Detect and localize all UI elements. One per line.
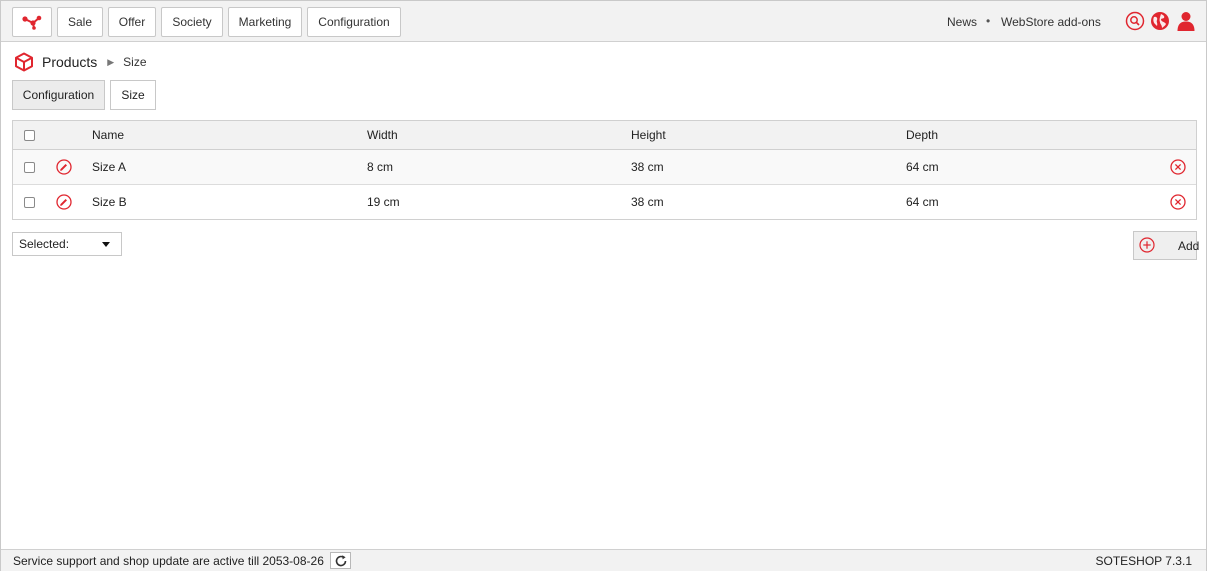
- select-all-checkbox[interactable]: [24, 130, 35, 141]
- breadcrumb-arrow-icon: ▶: [107, 56, 115, 67]
- news-link[interactable]: News: [947, 15, 977, 29]
- edit-icon[interactable]: [56, 159, 72, 175]
- plus-circle-icon: [1139, 237, 1155, 253]
- user-icon[interactable]: [1176, 11, 1196, 31]
- tab-size[interactable]: Size: [110, 80, 156, 110]
- app-window: Sale Offer Society Marketing Configurati…: [0, 0, 1207, 571]
- size-table: Name Width Height Depth Size A 8 cm 38 c…: [12, 120, 1197, 220]
- row-checkbox[interactable]: [24, 197, 35, 208]
- column-header-name[interactable]: Name: [92, 121, 124, 149]
- network-logo-icon: [22, 15, 42, 30]
- tab-configuration[interactable]: Configuration: [12, 80, 105, 110]
- cell-width: 19 cm: [367, 195, 400, 209]
- breadcrumb-current: Size: [123, 55, 147, 69]
- caret-down-icon: [102, 242, 110, 247]
- webstore-addons-link[interactable]: WebStore add-ons: [1001, 15, 1101, 29]
- home-logo-button[interactable]: [12, 7, 52, 37]
- delete-icon[interactable]: [1170, 194, 1186, 210]
- cell-height: 38 cm: [631, 160, 664, 174]
- cell-height: 38 cm: [631, 195, 664, 209]
- cell-depth: 64 cm: [906, 195, 939, 209]
- breadcrumb-products-link[interactable]: Products: [42, 54, 97, 70]
- version-label: SOTESHOP 7.3.1: [1095, 554, 1193, 568]
- cell-name: Size B: [92, 195, 127, 209]
- bulk-action-label: Selected:: [19, 237, 70, 251]
- cell-width: 8 cm: [367, 160, 394, 174]
- cell-depth: 64 cm: [906, 160, 939, 174]
- bulk-action-select[interactable]: Selected:: [12, 232, 122, 256]
- link-separator: •: [986, 14, 991, 28]
- search-icon[interactable]: [1125, 11, 1145, 31]
- nav-offer-button[interactable]: Offer: [108, 7, 156, 37]
- column-header-height[interactable]: Height: [631, 121, 666, 149]
- column-header-width[interactable]: Width: [367, 121, 398, 149]
- refresh-icon: [335, 555, 347, 567]
- globe-icon[interactable]: [1150, 11, 1170, 31]
- support-status-text: Service support and shop update are acti…: [13, 554, 324, 568]
- refresh-button[interactable]: [330, 552, 351, 569]
- row-checkbox[interactable]: [24, 162, 35, 173]
- breadcrumb: Products ▶ Size: [14, 52, 147, 72]
- top-navigation-bar: Sale Offer Society Marketing Configurati…: [1, 1, 1206, 42]
- cell-name: Size A: [92, 160, 127, 174]
- nav-society-button[interactable]: Society: [161, 7, 223, 37]
- nav-marketing-button[interactable]: Marketing: [228, 7, 302, 37]
- edit-icon[interactable]: [56, 194, 72, 210]
- table-row: Size B 19 cm 38 cm 64 cm: [13, 185, 1196, 219]
- status-bar: Service support and shop update are acti…: [1, 549, 1206, 571]
- table-header-row: Name Width Height Depth: [13, 121, 1196, 150]
- table-row: Size A 8 cm 38 cm 64 cm: [13, 150, 1196, 185]
- delete-icon[interactable]: [1170, 159, 1186, 175]
- add-button-label: Add: [1178, 239, 1200, 253]
- column-header-depth[interactable]: Depth: [906, 121, 938, 149]
- add-button[interactable]: Add: [1133, 231, 1200, 260]
- nav-configuration-button[interactable]: Configuration: [307, 7, 401, 37]
- cube-icon: [15, 52, 33, 72]
- nav-sale-button[interactable]: Sale: [57, 7, 103, 37]
